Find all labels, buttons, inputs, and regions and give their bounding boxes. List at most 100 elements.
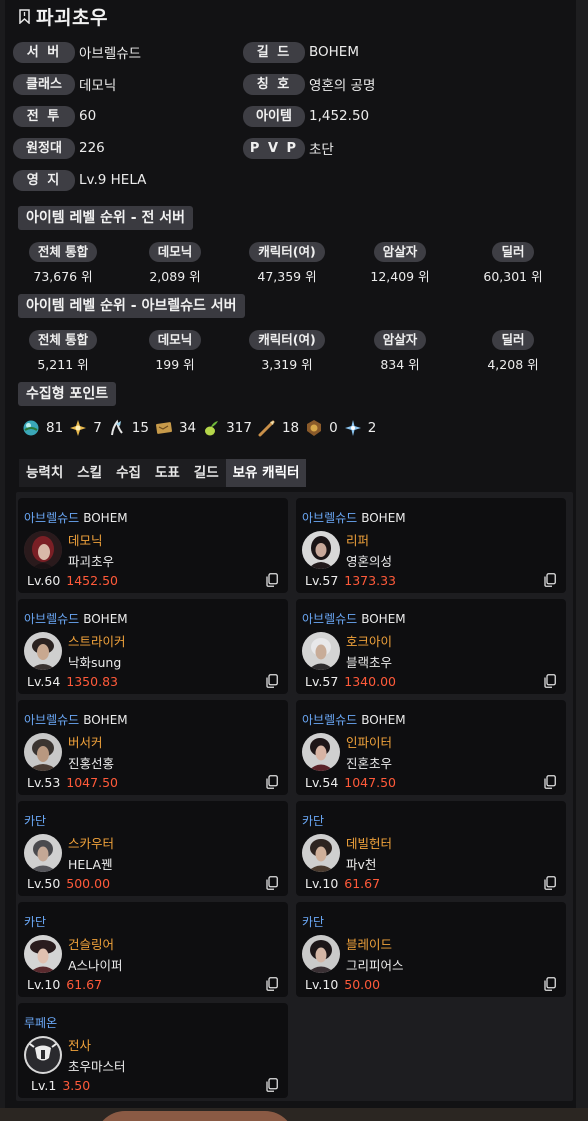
card-class: 스카우터	[68, 836, 115, 851]
character-name: 파괴초우	[36, 6, 108, 29]
collect-art[interactable]: 15	[108, 419, 149, 437]
avatar	[302, 935, 340, 973]
rank-value: 4,208 위	[487, 357, 539, 372]
card-name: 진홍선홍	[68, 756, 115, 771]
scrollbar[interactable]	[576, 0, 588, 1108]
copy-icon[interactable]	[266, 674, 278, 688]
info-pvp-label: P V P	[243, 137, 305, 159]
character-card[interactable]: 아브렐슈드 BOHEM 버서커 진홍선홍 Lv.53 1047.50	[18, 700, 288, 795]
card-name: 그리피어스	[346, 958, 404, 973]
card-level: Lv.10 50.00	[305, 977, 380, 992]
collect-voyage[interactable]: 34	[155, 419, 196, 437]
item-level-value: 1047.50	[344, 775, 396, 790]
avatar	[24, 834, 62, 872]
character-card[interactable]: 아브렐슈드 BOHEM 인파이터 진혼초우 Lv.54 1047.50	[296, 700, 566, 795]
bookmark-icon[interactable]	[19, 8, 30, 24]
tab-skills[interactable]: 스킬	[70, 459, 109, 487]
collect-world-tree[interactable]: 18	[258, 419, 299, 437]
rank-server-archetype: 암살자 834 위	[350, 329, 450, 373]
tab-stats[interactable]: 능력치	[19, 459, 70, 487]
card-name: 초우마스터	[68, 1059, 126, 1074]
info-item-value: 1,452.50	[309, 108, 370, 124]
collect-value: 81	[46, 420, 64, 436]
level-value: Lv.54	[305, 775, 339, 790]
level-value: Lv.10	[305, 977, 339, 992]
character-card[interactable]: 아브렐슈드 BOHEM 데모닉 파괴초우 Lv.60 1452.50	[18, 498, 288, 593]
rank-label: 전체 통합	[28, 242, 98, 262]
server-name: 아브렐슈드	[302, 713, 358, 727]
card-class: 전사	[68, 1038, 92, 1053]
rank-value: 2,089 위	[149, 269, 201, 284]
copy-icon[interactable]	[266, 1078, 278, 1092]
rank-value: 3,319 위	[261, 357, 313, 372]
item-level-value: 1047.50	[66, 775, 118, 790]
level-value: Lv.60	[27, 573, 61, 588]
collect-island-heart[interactable]: 81	[22, 419, 63, 437]
guild-name: BOHEM	[361, 713, 406, 727]
server-name: 카단	[24, 915, 47, 929]
card-server: 아브렐슈드 BOHEM	[302, 509, 406, 526]
collect-orpheus[interactable]: 2	[344, 419, 377, 437]
collect-mokoko[interactable]: 317	[202, 419, 252, 437]
info-server: 서 버 아브렐슈드	[13, 41, 141, 63]
character-card[interactable]: 아브렐슈드 BOHEM 리퍼 영혼의성 Lv.57 1373.33	[296, 498, 566, 593]
copy-icon[interactable]	[266, 876, 278, 890]
collect-value: 0	[329, 420, 338, 436]
item-level-value: 1452.50	[66, 573, 118, 588]
character-card[interactable]: 카단 데빌헌터 파v천 Lv.10 61.67	[296, 801, 566, 896]
copy-icon[interactable]	[544, 775, 556, 789]
rank-all-title: 아이템 레벨 순위 - 전 서버	[18, 206, 193, 230]
info-title: 칭 호 영혼의 공명	[243, 73, 375, 95]
tab-chart[interactable]: 도표	[148, 459, 187, 487]
collect-ignea[interactable]: 0	[305, 419, 338, 437]
card-server: 아브렐슈드 BOHEM	[24, 509, 128, 526]
copy-icon[interactable]	[544, 674, 556, 688]
collect-giant-heart[interactable]: 7	[69, 419, 102, 437]
tab-guild[interactable]: 길드	[187, 459, 226, 487]
tab-owned-characters[interactable]: 보유 캐릭터	[225, 459, 307, 487]
character-card[interactable]: 카단 건슬링어 A스나이퍼 Lv.10 61.67	[18, 902, 288, 997]
character-card[interactable]: 아브렐슈드 BOHEM 스트라이커 낙화sung Lv.54 1350.83	[18, 599, 288, 694]
avatar	[302, 733, 340, 771]
card-class: 블레이드	[346, 937, 393, 952]
server-name: 카단	[302, 814, 325, 828]
collect-value: 34	[178, 420, 197, 436]
level-value: Lv.1	[31, 1078, 57, 1093]
level-value: Lv.53	[27, 775, 61, 790]
rank-server-total: 전체 통합 5,211 위	[13, 329, 113, 373]
character-card[interactable]: 카단 스카우터 HELA꿴 Lv.50 500.00	[18, 801, 288, 896]
collect-row: 81 7 15 34 317 18 0 2	[22, 417, 382, 439]
item-level-value: 3.50	[62, 1078, 91, 1093]
info-class-label: 클래스	[13, 73, 75, 95]
item-level-value: 50.00	[344, 977, 381, 992]
collect-value: 2	[367, 420, 377, 436]
copy-icon[interactable]	[266, 977, 278, 991]
character-card[interactable]: 아브렐슈드 BOHEM 호크아이 블랙초우 Lv.57 1340.00	[296, 599, 566, 694]
art-icon	[108, 419, 126, 437]
copy-icon[interactable]	[544, 876, 556, 890]
avatar	[302, 834, 340, 872]
card-name: 영혼의성	[346, 554, 393, 569]
server-name: 아브렐슈드	[302, 511, 358, 525]
card-level: Lv.50 500.00	[27, 876, 110, 891]
card-class: 건슬링어	[68, 937, 115, 952]
tab-collect[interactable]: 수집	[109, 459, 148, 487]
copy-icon[interactable]	[544, 977, 556, 991]
info-guild: 길 드 BOHEM	[243, 41, 359, 63]
avatar	[24, 935, 62, 973]
character-card[interactable]: 카단 블레이드 그리피어스 Lv.10 50.00	[296, 902, 566, 997]
info-guild-value[interactable]: BOHEM	[309, 44, 359, 60]
info-estate: 영 지 Lv.9 HELA	[13, 169, 146, 191]
character-card[interactable]: 루페온 전사 초우마스터 Lv.1 3.50	[18, 1003, 288, 1098]
avatar	[302, 632, 340, 670]
copy-icon[interactable]	[266, 775, 278, 789]
avatar	[24, 632, 62, 670]
card-level: Lv.60 1452.50	[27, 573, 118, 588]
copy-icon[interactable]	[544, 573, 556, 587]
info-expedition: 원정대 226	[13, 137, 105, 159]
level-value: Lv.54	[27, 674, 61, 689]
card-name: 낙화sung	[68, 655, 122, 670]
copy-icon[interactable]	[266, 573, 278, 587]
rank-value: 73,676 위	[33, 269, 93, 284]
owned-characters-panel: 아브렐슈드 BOHEM 데모닉 파괴초우 Lv.60 1452.50 아브렐슈드 BO…	[16, 492, 573, 1101]
